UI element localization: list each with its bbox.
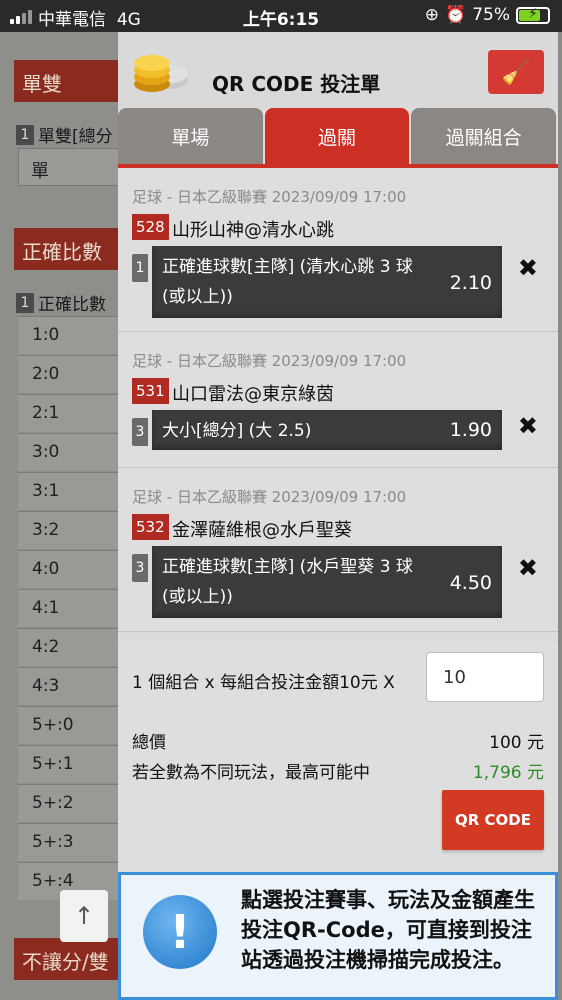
bet-item: 足球 - 日本乙級聯賽 2023/09/09 17:00 532 金澤薩維根@水戶聖… <box>118 468 558 632</box>
qr-code-button[interactable]: QR CODE <box>442 790 544 850</box>
section-title-odd-even: 單雙 <box>14 60 120 102</box>
broom-icon: 🧹 <box>501 58 531 86</box>
score-option[interactable]: 3:2 <box>18 511 120 549</box>
selection-line-1: 正確進球數[主隊] (水戶聖葵 3 球 <box>162 557 413 577</box>
selection-box: 正確進球數[主隊] (清水心跳 3 球 (或以上)) 2.10 <box>152 246 502 318</box>
max-win-value: 1,796 元 <box>472 763 544 783</box>
score-option[interactable]: 5+:0 <box>18 706 120 744</box>
coins-icon <box>134 55 188 92</box>
panel-title: QR CODE 投注單 <box>212 72 381 96</box>
alarm-icon: ⏰ <box>445 5 467 25</box>
score-option[interactable]: 4:0 <box>18 550 120 588</box>
close-icon: ✖ <box>517 412 538 440</box>
selection-line-1: 大小[總分] (大 2.5) <box>162 421 312 441</box>
tab-2[interactable]: 過關組合 <box>411 108 557 164</box>
selection-number: 3 <box>132 554 148 582</box>
match-name: 金澤薩維根@水戶聖葵 <box>172 520 352 541</box>
match-name: 山口雷法@東京綠茵 <box>172 384 334 405</box>
tab-0[interactable]: 單場 <box>118 108 263 164</box>
option-odd[interactable]: 單 <box>18 148 120 186</box>
combo-description: 1 個組合 x 每組合投注金額10元 X <box>132 673 395 693</box>
match-name: 山形山神@清水心跳 <box>172 220 334 241</box>
odds-value: 1.90 <box>449 419 492 441</box>
odds-value: 4.50 <box>449 572 492 594</box>
bet-league: 足球 - 日本乙級聯賽 2023/09/09 17:00 <box>132 352 407 370</box>
rotation-lock-icon: ⊕ <box>424 5 440 25</box>
tab-1[interactable]: 過關 <box>264 108 410 164</box>
selection-number: 1 <box>132 254 148 282</box>
clear-slip-button[interactable]: 🧹 <box>488 50 544 94</box>
score-option[interactable]: 4:1 <box>18 589 120 627</box>
bet-summary: 1 個組合 x 每組合投注金額10元 X 10 總價 100 元 若全數為不同玩… <box>118 644 558 892</box>
selection-line-1: 正確進球數[主隊] (清水心跳 3 球 <box>162 257 413 277</box>
match-code: 532 <box>132 514 169 540</box>
panel-header: QR CODE 投注單 🧹 <box>118 32 558 108</box>
close-icon: ✖ <box>517 554 538 582</box>
bet-item: 足球 - 日本乙級聯賽 2023/09/09 17:00 531 山口雷法@東京綠茵… <box>118 332 558 468</box>
bet-league: 足球 - 日本乙級聯賽 2023/09/09 17:00 <box>132 488 407 506</box>
section-sub-correct-score: 1 正確比數 <box>16 290 106 315</box>
score-option[interactable]: 5+:2 <box>18 784 120 822</box>
close-icon: ✖ <box>517 254 538 282</box>
match-code: 531 <box>132 378 169 404</box>
section-title-correct-score: 正確比數 <box>14 228 120 270</box>
info-icon: ! <box>143 895 217 969</box>
bet-item: 足球 - 日本乙級聯賽 2023/09/09 17:00 528 山形山神@清水心跳… <box>118 168 558 332</box>
remove-bet-button[interactable]: ✖ <box>518 554 538 582</box>
odds-value: 2.10 <box>449 272 492 294</box>
score-option[interactable]: 2:1 <box>18 394 120 432</box>
stake-amount-input[interactable]: 10 <box>426 652 544 702</box>
selection-line-2: (或以上)) <box>162 287 233 307</box>
score-option[interactable]: 4:2 <box>18 628 120 666</box>
battery-percent: 75% <box>472 5 510 25</box>
background-page: 單雙 1 單雙[總分 單 正確比數 1 正確比數 1:0 2:0 2:1 3:0 3:1 3:… <box>0 32 120 1000</box>
max-win-label: 若全數為不同玩法，最高可能中 <box>132 763 370 783</box>
total-label: 總價 <box>132 733 166 753</box>
bet-type-tabs: 單場 過關 過關組合 <box>118 108 558 164</box>
remove-bet-button[interactable]: ✖ <box>518 412 538 440</box>
info-banner: ! 點選投注賽事、玩法及金額產生投注QR-Code，可直接到投注站透過投注機掃描… <box>118 872 558 1000</box>
match-code: 528 <box>132 214 169 240</box>
score-option[interactable]: 1:0 <box>18 316 120 354</box>
section-sub-odd-even: 1 單雙[總分 <box>16 122 113 147</box>
selection-box: 正確進球數[主隊] (水戶聖葵 3 球 (或以上)) 4.50 <box>152 546 502 618</box>
score-option[interactable]: 3:1 <box>18 472 120 510</box>
remove-bet-button[interactable]: ✖ <box>518 254 538 282</box>
score-option[interactable]: 3:0 <box>18 433 120 471</box>
selection-box: 大小[總分] (大 2.5) 1.90 <box>152 410 502 450</box>
battery-icon: ⚡ <box>516 6 550 24</box>
score-option[interactable]: 4:3 <box>18 667 120 705</box>
status-bar: 中華電信 4G 上午6:15 ⊕ ⏰ 75% ⚡ <box>0 0 562 32</box>
section-title-no-handicap: 不讓分/雙 <box>14 938 120 980</box>
score-option[interactable]: 2:0 <box>18 355 120 393</box>
total-value: 100 元 <box>489 733 544 753</box>
selection-line-2: (或以上)) <box>162 587 233 607</box>
score-option[interactable]: 5+:1 <box>18 745 120 783</box>
bet-league: 足球 - 日本乙級聯賽 2023/09/09 17:00 <box>132 188 407 206</box>
bet-slip-panel: QR CODE 投注單 🧹 單場 過關 過關組合 足球 - 日本乙級聯賽 2023/… <box>118 32 558 1000</box>
selection-number: 3 <box>132 418 148 446</box>
score-option[interactable]: 5+:3 <box>18 823 120 861</box>
scroll-top-button[interactable]: ↑ <box>60 890 108 942</box>
info-text: 點選投注賽事、玩法及金額產生投注QR-Code，可直接到投注站透過投注機掃描完成… <box>241 888 535 972</box>
